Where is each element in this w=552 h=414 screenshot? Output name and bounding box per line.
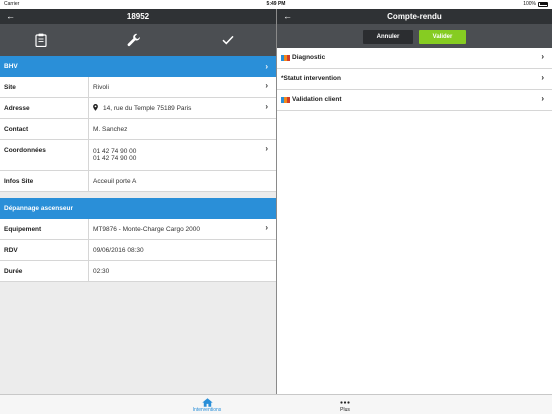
- client-validation-label: Validation client: [292, 96, 342, 103]
- chevron-right-icon: ›: [265, 223, 268, 232]
- more-icon: [315, 397, 375, 407]
- coordinates-row[interactable]: Coordonnées 01 42 74 90 00 01 42 74 90 0…: [0, 140, 276, 171]
- coordinates-label: Coordonnées: [4, 147, 46, 154]
- appointment-value: 09/06/2016 08:30: [93, 247, 144, 254]
- site-info-label: Infos Site: [4, 178, 34, 185]
- battery-icon: [538, 1, 548, 7]
- left-toolbar: [0, 24, 276, 56]
- validate-button[interactable]: Valider: [419, 30, 466, 44]
- site-info-value: Acceuil porte A: [93, 178, 137, 185]
- chevron-right-icon: ›: [265, 102, 268, 111]
- battery-percent: 100%: [523, 1, 536, 7]
- column-divider: [88, 98, 89, 118]
- chevron-right-icon: ›: [265, 144, 268, 153]
- right-navbar: ← Compte-rendu: [277, 9, 552, 24]
- duration-label: Durée: [4, 268, 23, 275]
- report-title: Compte-rendu: [387, 12, 442, 21]
- report-pane: ← Compte-rendu Annuler Valider Diagnosti…: [277, 9, 552, 394]
- column-divider: [88, 171, 89, 191]
- flag-icon: [281, 97, 290, 103]
- flag-icon: [281, 55, 290, 61]
- phone-value-1: 01 42 74 90 00: [93, 148, 137, 155]
- site-value: Rivoli: [93, 84, 109, 91]
- chevron-right-icon: ›: [541, 94, 544, 103]
- client-section-header[interactable]: BHV ›: [0, 56, 276, 77]
- tab-plus[interactable]: Plus: [315, 397, 375, 413]
- diagnostic-label: Diagnostic: [292, 54, 326, 61]
- checkmark-icon[interactable]: [216, 28, 240, 52]
- equipment-value: MT9876 - Monte-Charge Cargo 2000: [93, 226, 200, 233]
- equipment-row[interactable]: Equipement MT9876 - Monte-Charge Cargo 2…: [0, 219, 276, 240]
- site-row[interactable]: Site Rivoli ›: [0, 77, 276, 98]
- intervention-type: Dépannage ascenseur: [4, 205, 74, 212]
- clipboard-icon[interactable]: [29, 28, 53, 52]
- chevron-right-icon: ›: [265, 62, 268, 71]
- column-divider: [88, 240, 89, 260]
- address-label: Adresse: [4, 105, 30, 112]
- column-divider: [88, 140, 89, 170]
- duration-row: Durée 02:30: [0, 261, 276, 282]
- appointment-row: RDV 09/06/2016 08:30: [0, 240, 276, 261]
- status-bar: Carrier 5:49 PM 100%: [0, 0, 552, 9]
- site-info-row: Infos Site Acceuil porte A: [0, 171, 276, 192]
- address-value: 14, rue du Temple 75189 Paris: [103, 105, 192, 112]
- column-divider: [88, 119, 89, 139]
- intervention-status-label: *Statut intervention: [281, 75, 341, 82]
- intervention-detail-pane: ← 18952 BHV › Site Rivoli › Adresse 14, …: [0, 9, 276, 394]
- intervention-type-header: Dépannage ascenseur: [0, 198, 276, 219]
- equipment-label: Equipement: [4, 226, 42, 233]
- chevron-right-icon: ›: [265, 81, 268, 90]
- appointment-label: RDV: [4, 247, 18, 254]
- chevron-right-icon: ›: [541, 73, 544, 82]
- contact-value: M. Sanchez: [93, 126, 128, 133]
- intervention-status-row[interactable]: *Statut intervention ›: [277, 69, 552, 90]
- client-validation-row[interactable]: Validation client ›: [277, 90, 552, 111]
- column-divider: [88, 77, 89, 97]
- battery-status: 100%: [523, 1, 548, 7]
- client-name: BHV: [4, 63, 18, 70]
- diagnostic-row[interactable]: Diagnostic ›: [277, 48, 552, 69]
- phone-value-2: 01 42 74 90 00: [93, 155, 137, 162]
- tab-bar: Interventions Plus: [0, 394, 552, 414]
- cancel-button[interactable]: Annuler: [363, 30, 413, 44]
- left-navbar: ← 18952: [0, 9, 276, 24]
- contact-row: Contact M. Sanchez: [0, 119, 276, 140]
- column-divider: [88, 261, 89, 281]
- wrench-icon[interactable]: [122, 28, 146, 52]
- contact-label: Contact: [4, 126, 29, 133]
- intervention-number-title: 18952: [126, 12, 150, 21]
- location-pin-icon: [93, 104, 98, 113]
- column-divider: [88, 219, 89, 239]
- duration-value: 02:30: [93, 268, 110, 275]
- site-label: Site: [4, 84, 16, 91]
- address-row[interactable]: Adresse 14, rue du Temple 75189 Paris ›: [0, 98, 276, 119]
- tab-interventions-label: Interventions: [192, 407, 222, 413]
- home-icon: [177, 397, 237, 407]
- tab-plus-label: Plus: [340, 407, 350, 413]
- chevron-right-icon: ›: [541, 52, 544, 61]
- tab-interventions[interactable]: Interventions: [177, 397, 237, 413]
- clock: 5:49 PM: [266, 1, 286, 7]
